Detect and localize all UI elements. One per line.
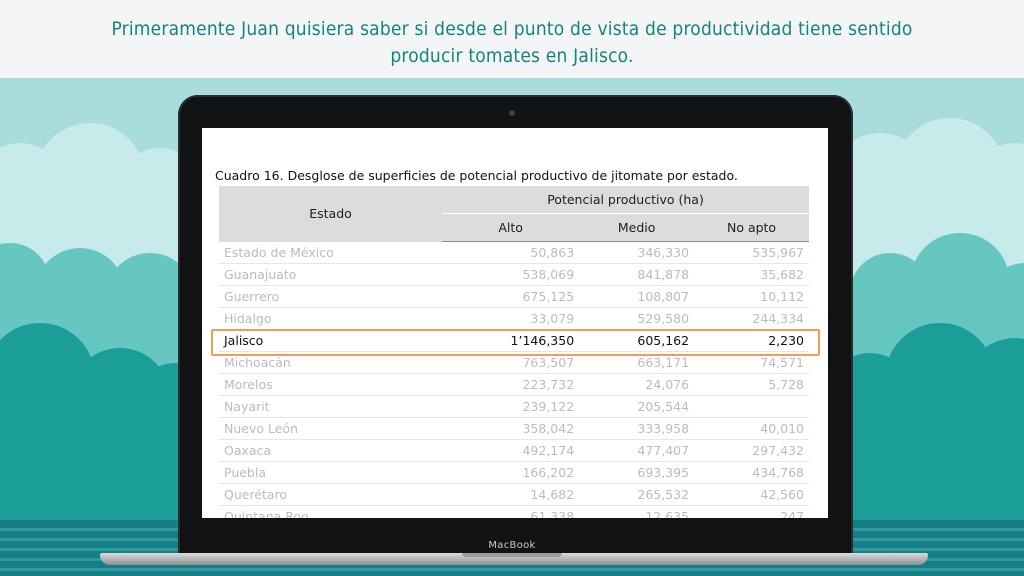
cell-alto: 14,682: [442, 483, 580, 506]
title-band: Primeramente Juan quisiera saber si desd…: [0, 0, 1024, 78]
table-row: Nuevo León 358,042 333,958 40,010: [219, 417, 809, 440]
cell-alto: 50,863: [442, 241, 580, 264]
header-alto: Alto: [442, 213, 580, 242]
table-caption: Cuadro 16. Desglose de superficies de po…: [215, 168, 738, 183]
cell-no-apto: 247: [694, 505, 809, 518]
cell-alto: 223,732: [442, 373, 580, 396]
table-row: Oaxaca 492,174 477,407 297,432: [219, 439, 809, 462]
cell-estado: Estado de México: [219, 241, 443, 264]
cell-alto: 763,507: [442, 351, 580, 374]
cell-medio: 108,807: [579, 285, 695, 308]
cell-no-apto: 297,432: [694, 439, 809, 462]
cell-no-apto: [694, 395, 809, 418]
cell-medio: 663,171: [579, 351, 695, 374]
productivity-table: Estado Potencial productivo (ha) Alto Me…: [219, 186, 809, 518]
cell-medio: 265,532: [579, 483, 695, 506]
cell-no-apto: 2,230: [694, 329, 809, 352]
cell-estado: Quintana Roo: [219, 505, 443, 518]
cell-estado: Guanajuato: [219, 263, 443, 286]
table-row: Morelos 223,732 24,076 5,728: [219, 373, 809, 396]
cell-estado: Guerrero: [219, 285, 443, 308]
cell-medio: 12,635: [579, 505, 695, 518]
laptop-notch: [462, 553, 562, 557]
table-row: Quintana Roo 61,338 12,635 247: [219, 505, 809, 518]
cell-alto: 358,042: [442, 417, 580, 440]
header-medio: Medio: [579, 213, 695, 242]
cell-alto: 61,338: [442, 505, 580, 518]
cell-medio: 346,330: [579, 241, 695, 264]
cell-medio: 529,580: [579, 307, 695, 330]
cell-no-apto: 35,682: [694, 263, 809, 286]
cell-estado: Oaxaca: [219, 439, 443, 462]
cell-alto: 538,069: [442, 263, 580, 286]
cell-estado: Puebla: [219, 461, 443, 484]
table-row: Hidalgo 33,079 529,580 244,334: [219, 307, 809, 330]
cell-estado: Nuevo León: [219, 417, 443, 440]
table-row: Puebla 166,202 693,395 434,768: [219, 461, 809, 484]
header-estado: Estado: [219, 186, 443, 242]
cell-estado: Nayarit: [219, 395, 443, 418]
cell-medio: 693,395: [579, 461, 695, 484]
headline-line-2: producir tomates en Jalisco.: [390, 45, 634, 67]
cell-alto: 166,202: [442, 461, 580, 484]
cell-no-apto: 42,560: [694, 483, 809, 506]
cell-estado: Querétaro: [219, 483, 443, 506]
webcam-icon: [509, 110, 515, 116]
cell-no-apto: 535,967: [694, 241, 809, 264]
headline-line-1: Primeramente Juan quisiera saber si desd…: [111, 18, 913, 40]
cell-medio: 841,878: [579, 263, 695, 286]
table-row: Nayarit 239,122 205,544: [219, 395, 809, 418]
cell-medio: 333,958: [579, 417, 695, 440]
header-potencial: Potencial productivo (ha): [442, 186, 809, 214]
cell-no-apto: 244,334: [694, 307, 809, 330]
header-no-apto: No apto: [694, 213, 809, 242]
cell-alto: 1’146,350: [442, 329, 580, 352]
cell-no-apto: 74,571: [694, 351, 809, 374]
cell-alto: 675,125: [442, 285, 580, 308]
table-row: Querétaro 14,682 265,532 42,560: [219, 483, 809, 506]
cell-medio: 205,544: [579, 395, 695, 418]
table-row: Michoacán 763,507 663,171 74,571: [219, 351, 809, 374]
cell-alto: 239,122: [442, 395, 580, 418]
laptop-screen: Cuadro 16. Desglose de superficies de po…: [202, 128, 828, 518]
cell-medio: 605,162: [579, 329, 695, 352]
cell-no-apto: 434,768: [694, 461, 809, 484]
cell-no-apto: 40,010: [694, 417, 809, 440]
cell-estado: Hidalgo: [219, 307, 443, 330]
cell-no-apto: 10,112: [694, 285, 809, 308]
table-row: Guerrero 675,125 108,807 10,112: [219, 285, 809, 308]
cell-estado: Michoacán: [219, 351, 443, 374]
cell-alto: 492,174: [442, 439, 580, 462]
cell-estado: Jalisco: [219, 329, 443, 352]
slide-headline: Primeramente Juan quisiera saber si desd…: [0, 0, 1024, 70]
cell-alto: 33,079: [442, 307, 580, 330]
table-row-highlighted: Jalisco 1’146,350 605,162 2,230: [219, 329, 809, 352]
table-row: Guanajuato 538,069 841,878 35,682: [219, 263, 809, 286]
cell-medio: 24,076: [579, 373, 695, 396]
cell-no-apto: 5,728: [694, 373, 809, 396]
cell-estado: Morelos: [219, 373, 443, 396]
device-brand-label: MacBook: [488, 540, 536, 551]
cell-medio: 477,407: [579, 439, 695, 462]
table-row: Estado de México 50,863 346,330 535,967: [219, 241, 809, 264]
